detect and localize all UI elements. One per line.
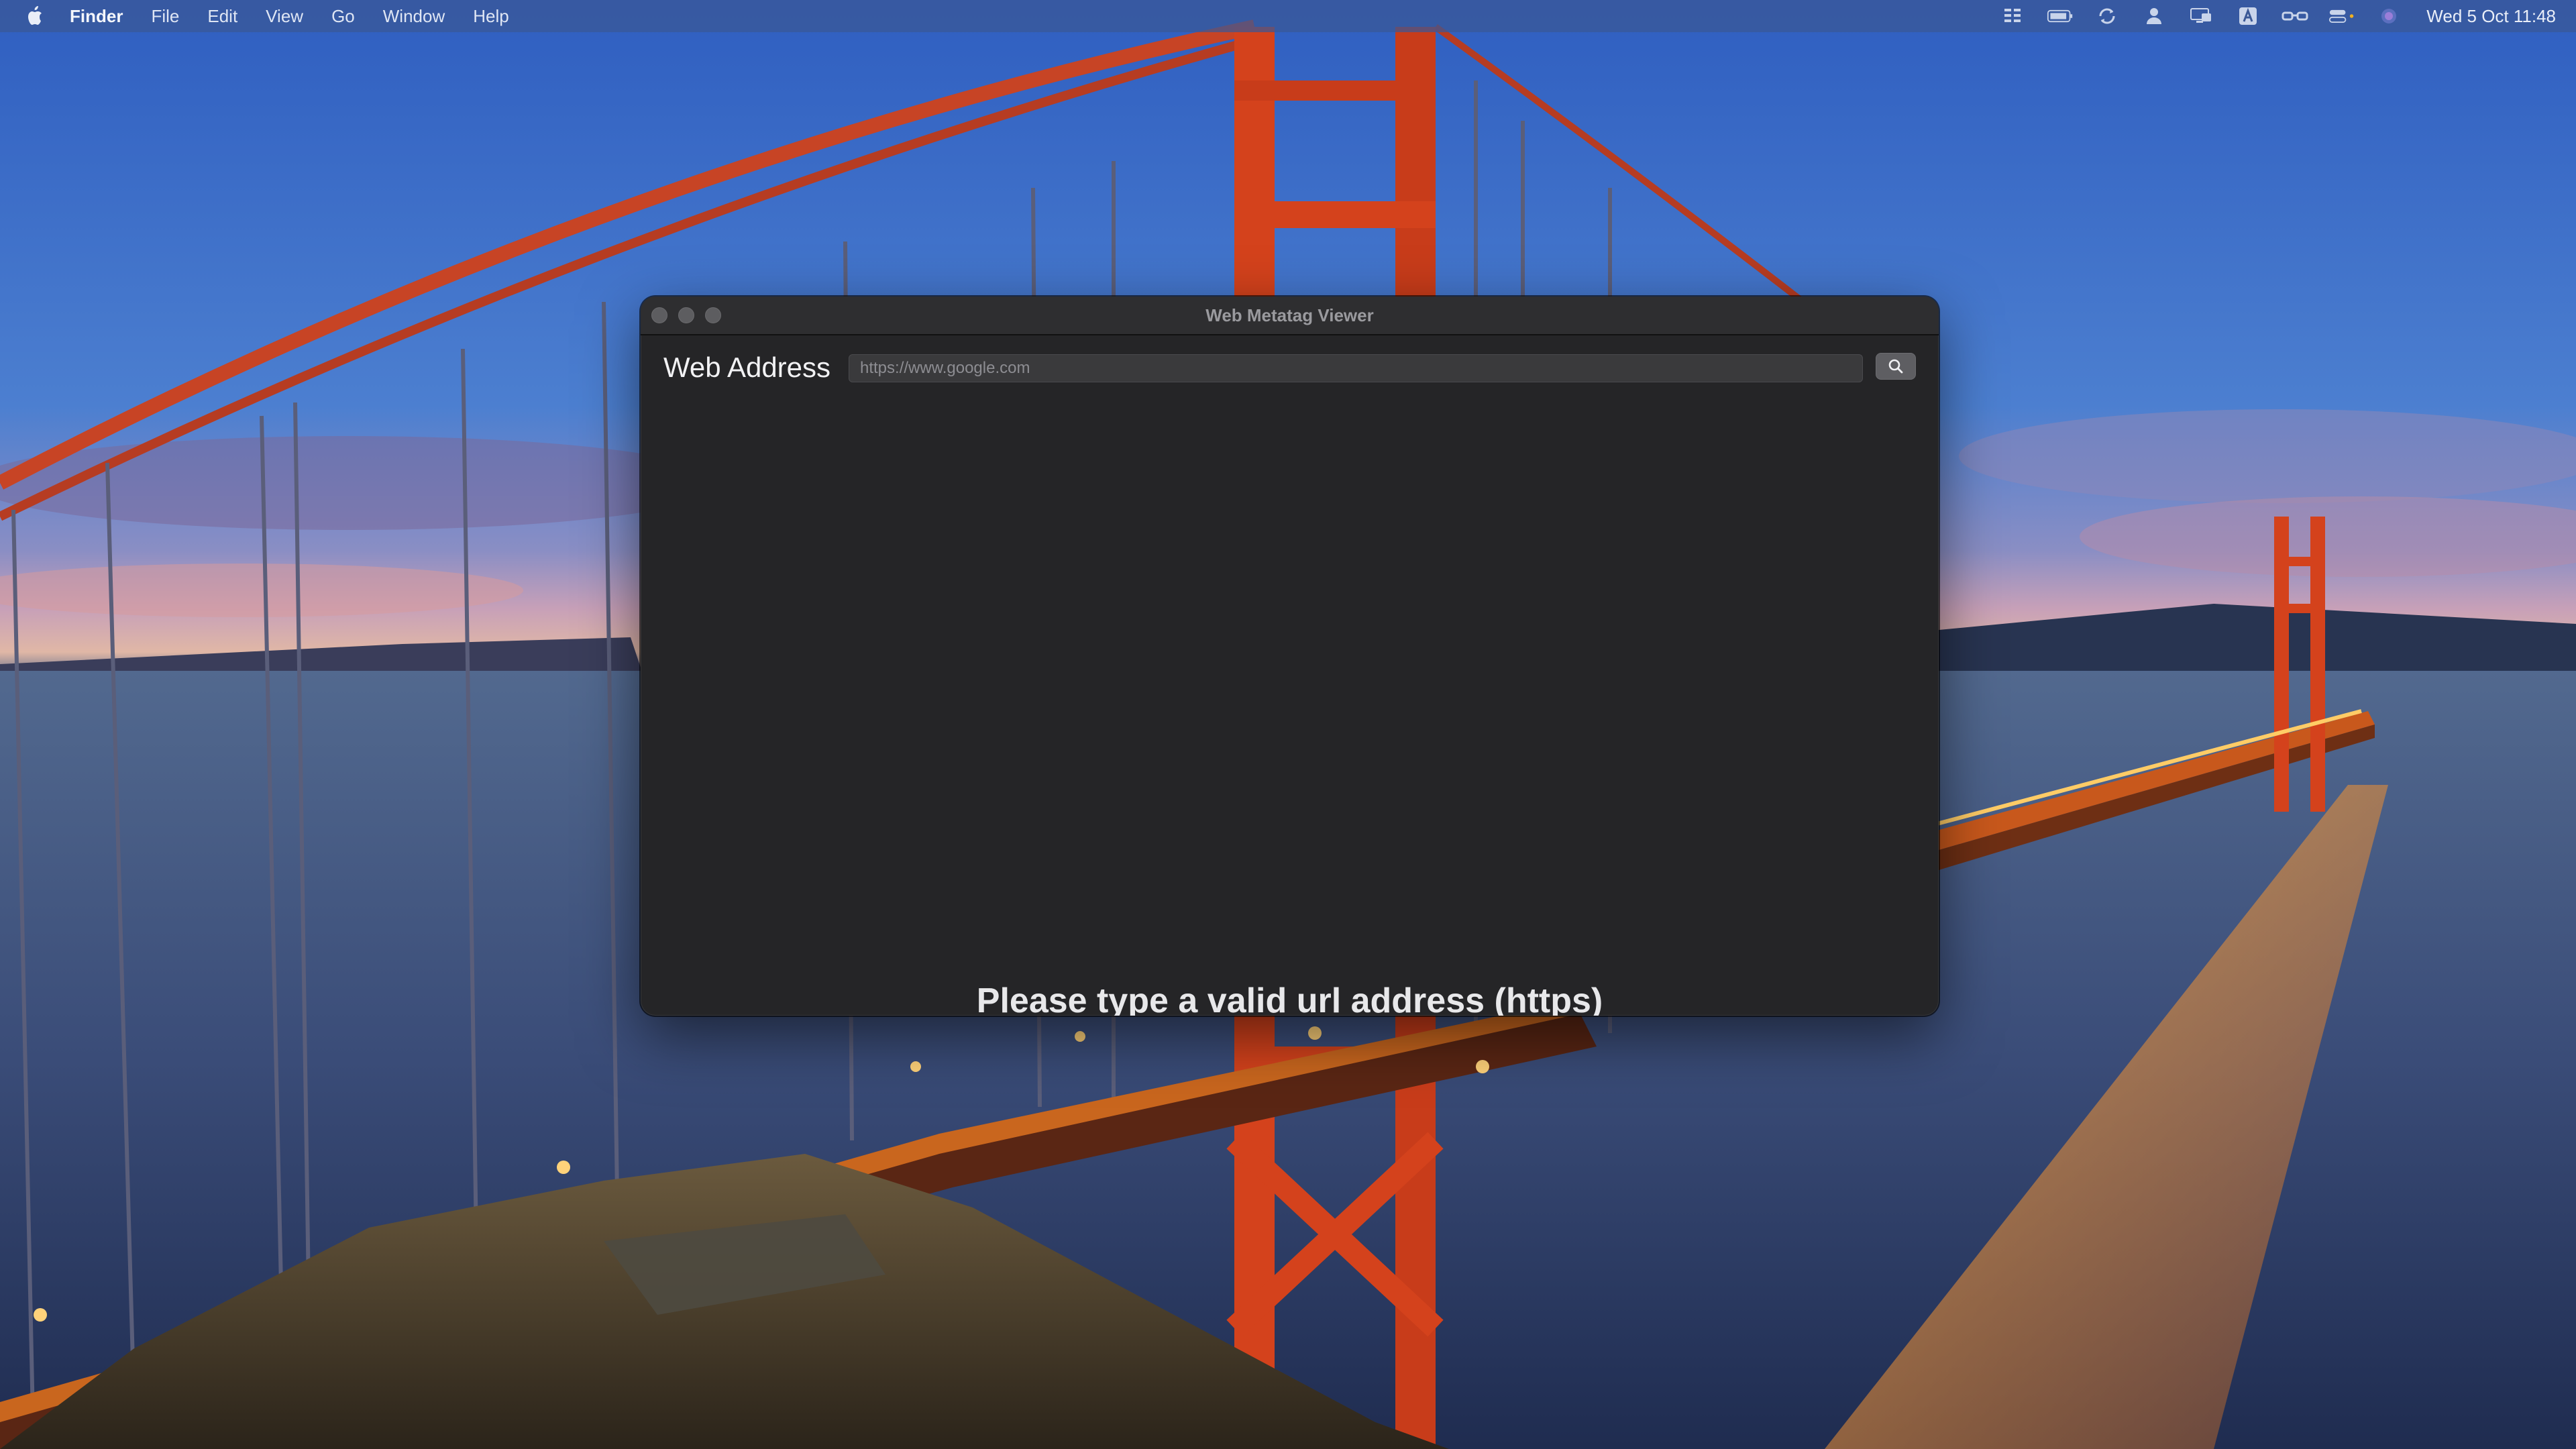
url-input[interactable] <box>849 354 1863 382</box>
menu-bar: Finder File Edit View Go Window Help Wed… <box>0 0 2576 32</box>
window-title: Web Metatag Viewer <box>1205 305 1374 325</box>
search-button[interactable] <box>1876 353 1916 380</box>
keyboard-input-icon[interactable] <box>2235 6 2261 26</box>
siri-icon[interactable] <box>2375 6 2402 26</box>
address-row: Web Address <box>663 349 1916 386</box>
menu-view[interactable]: View <box>266 6 303 27</box>
web-metatag-viewer-window: Web Metatag Viewer Web Address Please ty… <box>641 297 1939 1016</box>
user-icon[interactable] <box>2141 6 2167 26</box>
display-icon[interactable] <box>2188 6 2214 26</box>
glasses-icon[interactable] <box>2282 6 2308 26</box>
menu-go[interactable]: Go <box>331 6 355 27</box>
sync-icon[interactable] <box>2094 6 2121 26</box>
bars-icon[interactable] <box>2000 6 2027 26</box>
menu-finder[interactable]: Finder <box>70 6 123 27</box>
menu-clock[interactable]: Wed 5 Oct 11:48 <box>2426 6 2556 27</box>
menu-file[interactable]: File <box>151 6 179 27</box>
title-bar[interactable]: Web Metatag Viewer <box>641 297 1939 335</box>
apple-logo-icon[interactable] <box>24 3 47 30</box>
menu-window[interactable]: Window <box>383 6 445 27</box>
search-icon <box>1888 359 1903 374</box>
menu-help[interactable]: Help <box>473 6 508 27</box>
menu-edit[interactable]: Edit <box>207 6 237 27</box>
web-address-label: Web Address <box>663 352 831 383</box>
status-message: Please type a valid url address (https) <box>976 981 1603 1016</box>
battery-icon[interactable] <box>2047 6 2074 26</box>
control-center-icon[interactable] <box>2328 6 2355 26</box>
desktop: Finder File Edit View Go Window Help Wed… <box>0 0 2576 1449</box>
